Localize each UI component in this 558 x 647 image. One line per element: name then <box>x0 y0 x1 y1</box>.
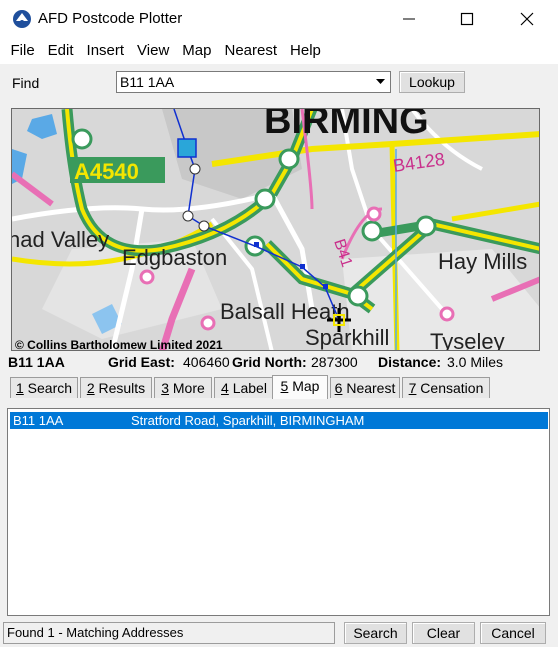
status-bar: Found 1 - Matching Addresses Search Clea… <box>0 622 558 647</box>
minimize-button[interactable] <box>386 0 432 38</box>
city-label: BIRMING <box>264 109 429 142</box>
menu-edit[interactable]: Edit <box>41 38 80 64</box>
start-marker <box>177 138 197 158</box>
map-canvas[interactable]: A4540 BIRMING B4128 B41 Edgbaston had Va… <box>12 109 540 351</box>
map-view[interactable]: A4540 BIRMING B4128 B41 Edgbaston had Va… <box>11 108 540 351</box>
tab-label[interactable]: 4 Label <box>214 377 274 398</box>
find-combobox[interactable] <box>116 71 391 93</box>
place-label-valley: had Valley <box>12 227 109 252</box>
place-label-tyseley: Tyseley <box>430 329 505 351</box>
list-item[interactable]: B11 1AA Stratford Road, Sparkhill, BIRMI… <box>10 412 548 429</box>
result-postcode: B11 1AA <box>13 413 64 428</box>
maximize-icon <box>460 12 474 26</box>
menu-insert[interactable]: Insert <box>80 38 131 64</box>
chevron-down-icon <box>376 79 385 84</box>
tab-results[interactable]: 2 Results <box>80 377 152 398</box>
title-bar: AFD Postcode Plotter <box>0 0 558 38</box>
menu-help[interactable]: Help <box>284 38 328 64</box>
clear-button[interactable]: Clear <box>412 622 475 644</box>
results-list[interactable]: B11 1AA Stratford Road, Sparkhill, BIRMI… <box>7 408 550 616</box>
menu-bar: File Edit Insert View Map Nearest Help <box>0 38 558 64</box>
road-label: A4540 <box>74 159 139 184</box>
app-logo-icon <box>13 10 31 28</box>
dropdown-arrow-button[interactable] <box>371 72 390 92</box>
find-input[interactable] <box>120 74 365 90</box>
tab-more[interactable]: 3 More <box>154 377 212 398</box>
window-title: AFD Postcode Plotter <box>38 10 183 27</box>
find-label: Find <box>12 75 40 91</box>
grid-east-label: Grid East: <box>108 354 175 370</box>
distance-value: 3.0 Miles <box>447 354 504 370</box>
location-info: B11 1AA Grid East: 406460 Grid North: 28… <box>8 352 548 372</box>
distance-label: Distance: <box>378 354 442 370</box>
close-button[interactable] <box>504 0 550 38</box>
close-icon <box>520 12 534 26</box>
info-postcode: B11 1AA <box>8 354 65 370</box>
menu-view[interactable]: View <box>131 38 176 64</box>
lookup-button[interactable]: Lookup <box>399 71 465 93</box>
menu-map[interactable]: Map <box>176 38 218 64</box>
tab-bar: 1 Search 2 Results 3 More 4 Label 5 Map … <box>8 375 548 399</box>
menu-nearest[interactable]: Nearest <box>218 38 284 64</box>
tab-map[interactable]: 5 Map <box>272 375 328 399</box>
tab-nearest[interactable]: 6 Nearest <box>330 377 400 398</box>
place-label-edgbaston: Edgbaston <box>122 245 227 270</box>
search-button[interactable]: Search <box>344 622 407 644</box>
cancel-button[interactable]: Cancel <box>480 622 546 644</box>
place-label-sparkhill: Sparkhill <box>305 325 389 350</box>
grid-north-label: Grid North: <box>232 354 307 370</box>
maximize-button[interactable] <box>444 0 490 38</box>
minimize-icon <box>403 18 415 20</box>
tab-censation[interactable]: 7 Censation <box>402 377 490 398</box>
find-toolbar: Find Lookup <box>0 64 558 106</box>
grid-east-value: 406460 <box>183 354 230 370</box>
tab-search[interactable]: 1 Search <box>10 377 78 398</box>
map-copyright: © Collins Bartholomew Limited 2021 <box>15 338 223 351</box>
status-text: Found 1 - Matching Addresses <box>3 622 335 644</box>
result-address: Stratford Road, Sparkhill, BIRMINGHAM <box>131 413 365 428</box>
place-label-hay-mills: Hay Mills <box>438 249 527 274</box>
menu-file[interactable]: File <box>4 38 41 64</box>
grid-north-value: 287300 <box>311 354 358 370</box>
